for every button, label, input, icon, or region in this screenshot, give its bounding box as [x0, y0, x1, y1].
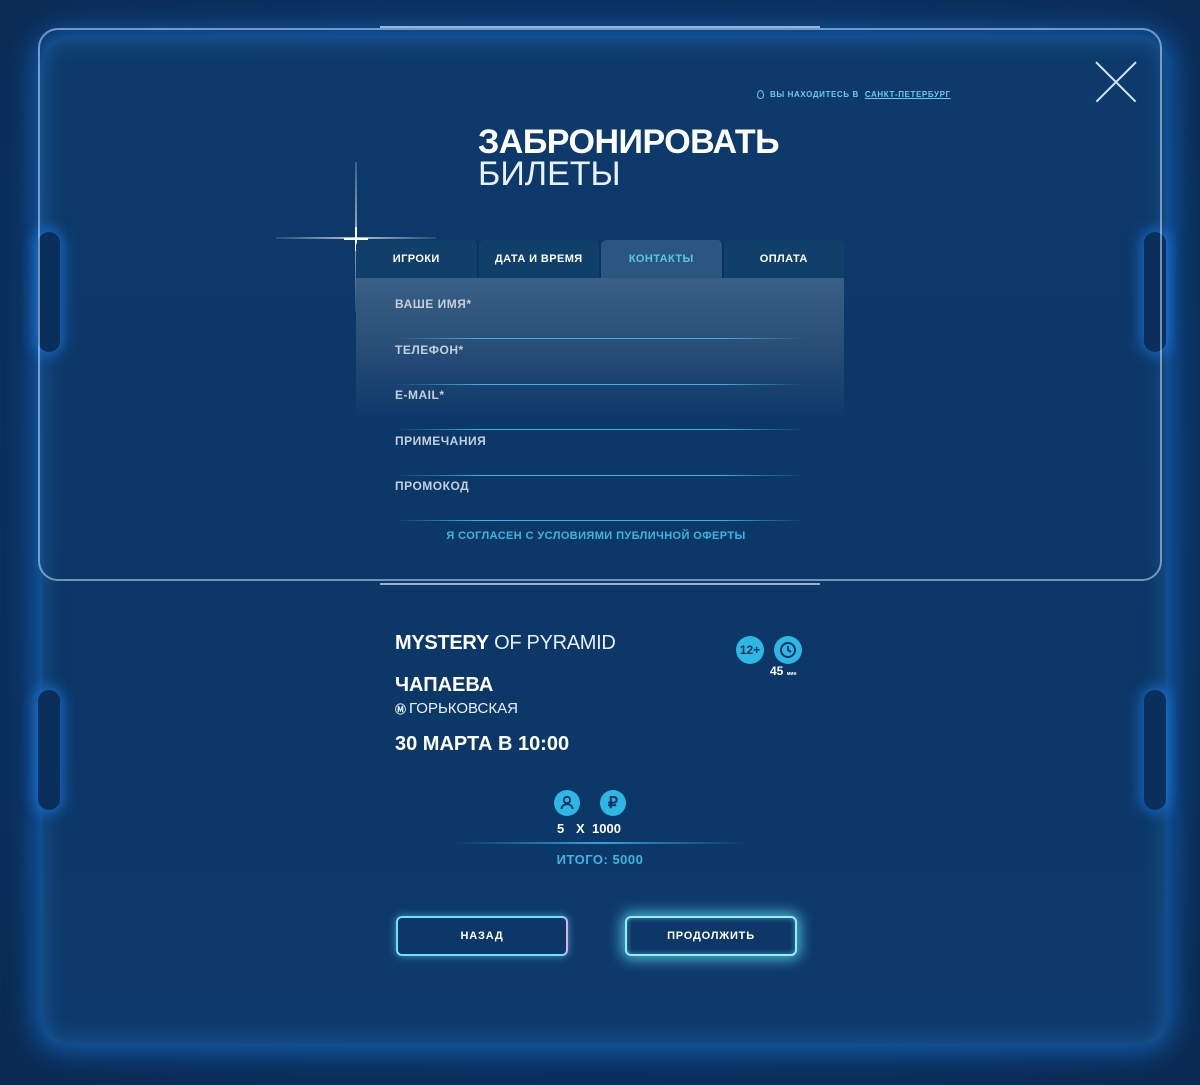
- field-underline: [395, 337, 805, 339]
- metro-name: ГОРЬКОВСКАЯ: [409, 700, 518, 717]
- multiply-sign: X: [576, 821, 585, 836]
- panel-outline-bottom: [380, 565, 820, 585]
- age-badge: 12+: [736, 636, 764, 664]
- email-label: E-MAIL*: [395, 388, 445, 402]
- field-underline: [395, 383, 805, 385]
- players-count: 5: [557, 821, 565, 836]
- tab-date-time[interactable]: ДАТА И ВРЕМЯ: [478, 240, 601, 278]
- price-per-player: 1000: [592, 821, 621, 836]
- tab-contacts[interactable]: КОНТАКТЫ: [601, 240, 724, 278]
- close-icon[interactable]: [1094, 60, 1138, 104]
- user-icon: [554, 790, 580, 816]
- promo-label: ПРОМОКОД: [395, 479, 470, 493]
- metro-station: Ⓜ ГОРЬКОВСКАЯ: [395, 700, 518, 717]
- field-underline: [395, 428, 805, 430]
- booking-tabs: ИГРОКИ ДАТА И ВРЕМЯ КОНТАКТЫ ОПЛАТА: [356, 240, 844, 278]
- tab-players[interactable]: ИГРОКИ: [356, 240, 479, 278]
- game-title: MYSTERY OF PYRAMID: [395, 632, 616, 655]
- clock-icon: [774, 636, 802, 664]
- address-street: ЧАПАЕВА: [395, 674, 494, 696]
- duration-unit: мин: [786, 671, 797, 677]
- phone-field[interactable]: ТЕЛЕФОН*: [395, 343, 805, 385]
- name-label: ВАШЕ ИМЯ*: [395, 297, 472, 311]
- duration: 45 мин: [770, 664, 797, 678]
- session-date: 30 МАРТА В 10:00: [395, 733, 570, 755]
- email-field[interactable]: E-MAIL*: [395, 388, 805, 430]
- metro-icon: Ⓜ: [395, 703, 406, 716]
- panel-outline-top: [380, 26, 820, 46]
- duration-value: 45: [770, 664, 784, 678]
- frame-notch: [1144, 690, 1166, 810]
- promo-field[interactable]: ПРОМОКОД: [395, 479, 805, 521]
- field-underline: [395, 474, 805, 476]
- total-divider: [455, 842, 745, 844]
- continue-button[interactable]: ПРОДОЛЖИТЬ: [625, 916, 797, 956]
- phone-label: ТЕЛЕФОН*: [395, 343, 464, 357]
- tab-payment[interactable]: ОПЛАТА: [723, 240, 844, 278]
- offer-agreement-link[interactable]: Я СОГЛАСЕН С УСЛОВИЯМИ ПУБЛИЧНОЙ ОФЕРТЫ: [356, 530, 836, 542]
- frame-notch: [38, 690, 60, 810]
- location-prefix: ВЫ НАХОДИТЕСЬ В: [770, 90, 859, 99]
- page-subtitle: БИЛЕТЫ: [478, 155, 621, 193]
- game-title-rest: OF PYRAMID: [494, 632, 616, 654]
- notes-field[interactable]: ПРИМЕЧАНИЯ: [395, 434, 805, 476]
- notes-label: ПРИМЕЧАНИЯ: [395, 434, 487, 448]
- field-underline: [395, 519, 805, 521]
- total-amount: ИТОГО: 5000: [556, 852, 644, 867]
- name-field[interactable]: ВАШЕ ИМЯ*: [395, 297, 805, 339]
- game-title-bold: MYSTERY: [395, 632, 489, 654]
- location-pin-icon: [757, 90, 764, 99]
- location-city-link[interactable]: САНКТ-ПЕТЕРБУРГ: [865, 90, 951, 99]
- back-button[interactable]: НАЗАД: [396, 916, 568, 956]
- location-info: ВЫ НАХОДИТЕСЬ В САНКТ-ПЕТЕРБУРГ: [757, 90, 951, 99]
- ruble-icon: ₽: [600, 790, 626, 816]
